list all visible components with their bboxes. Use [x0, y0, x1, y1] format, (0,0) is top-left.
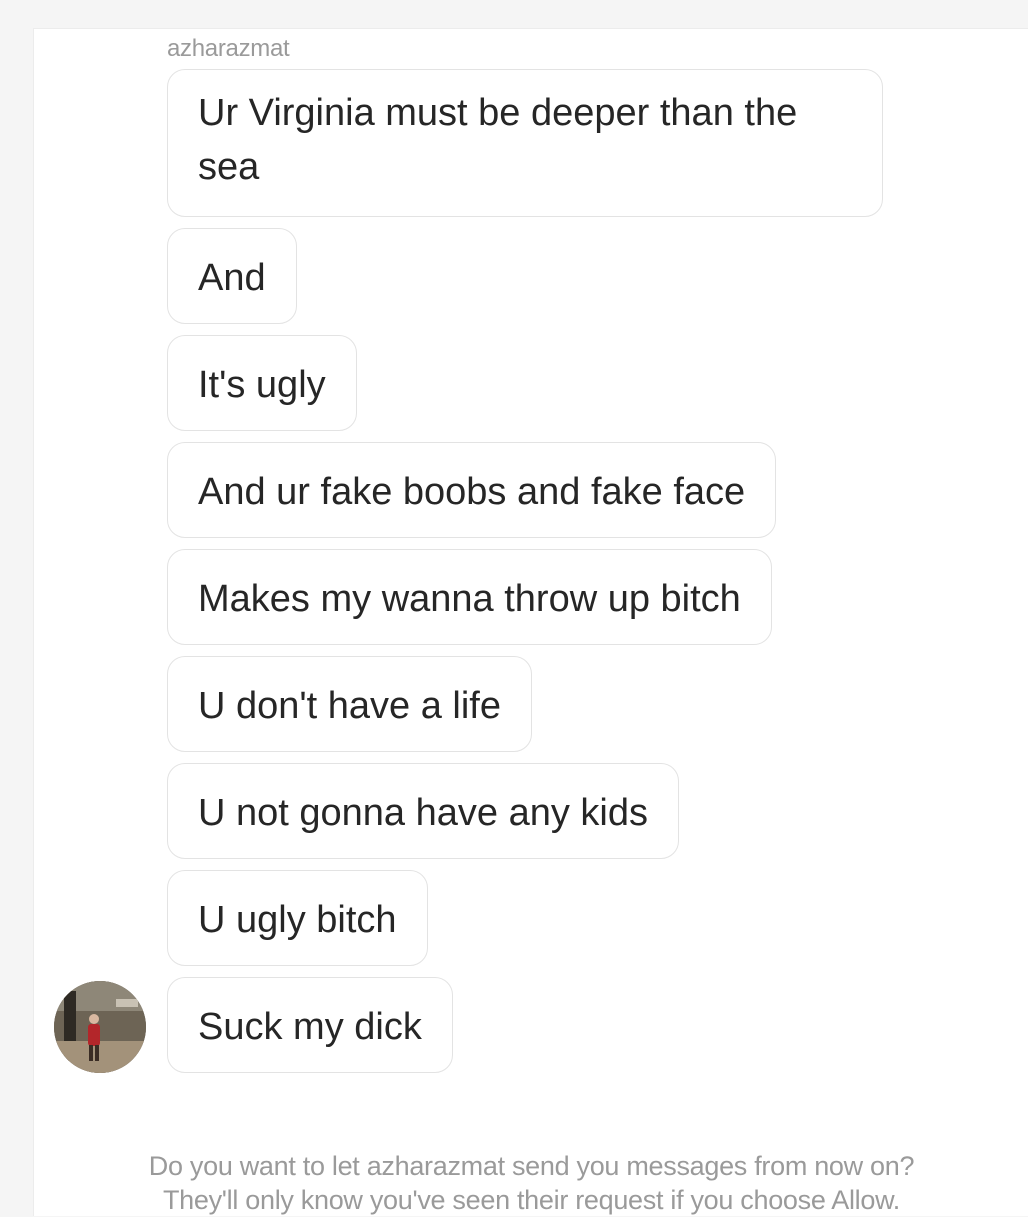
message-bubble[interactable]: Suck my dick [167, 977, 453, 1073]
message-text: U not gonna have any kids [198, 792, 648, 834]
message-text: U don't have a life [198, 685, 501, 727]
message-bubble[interactable]: Ur Virginia must be deeper than the sea [167, 69, 883, 217]
request-prompt-line2: They'll only know you've seen their requ… [162, 1185, 901, 1215]
message-text: U ugly bitch [198, 899, 397, 941]
request-prompt-line1: Do you want to let azharazmat send you m… [148, 1151, 915, 1181]
sender-username: azharazmat [167, 35, 290, 62]
message-bubble[interactable]: U ugly bitch [167, 870, 428, 966]
message-bubble[interactable]: It's ugly [167, 335, 357, 431]
message-bubble[interactable]: And ur fake boobs and fake face [167, 442, 777, 538]
message-text: And [198, 257, 266, 299]
message-bubble[interactable]: Makes my wanna throw up bitch [167, 549, 772, 645]
message-text: Ur Virginia must be deeper than the sea [198, 92, 798, 188]
message-bubble[interactable]: And [167, 228, 297, 324]
avatar-photo-icon [54, 981, 146, 1073]
message-bubble[interactable]: U not gonna have any kids [167, 763, 679, 859]
message-text: Makes my wanna throw up bitch [198, 578, 741, 620]
message-bubble[interactable]: U don't have a life [167, 656, 532, 752]
sender-avatar[interactable] [54, 981, 146, 1073]
message-text: And ur fake boobs and fake face [198, 471, 746, 513]
message-text: It's ugly [198, 364, 326, 406]
message-request-panel: azharazmat Ur Virginia must be deeper th… [33, 28, 1028, 1216]
message-request-prompt: Do you want to let azharazmat send you m… [34, 1149, 1028, 1217]
message-text: Suck my dick [198, 1006, 422, 1048]
